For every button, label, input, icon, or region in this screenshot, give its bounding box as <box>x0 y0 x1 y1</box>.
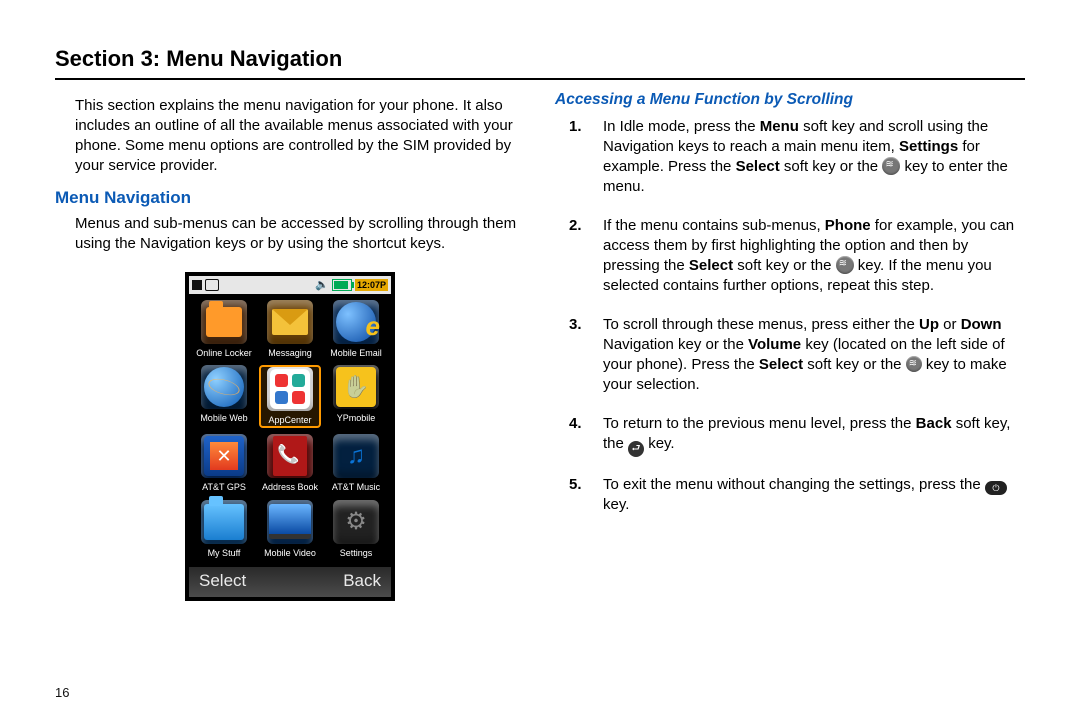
app-label: AppCenter <box>268 414 311 426</box>
step-1: In Idle mode, press the Menu soft key an… <box>593 117 1025 198</box>
phone-statusbar: 🔈 12:07P <box>189 276 391 294</box>
app-label: Mobile Web <box>200 412 247 424</box>
intro-paragraph: This section explains the menu navigatio… <box>75 96 525 177</box>
step-bold: Menu <box>760 118 799 135</box>
app-label: Messaging <box>268 347 312 359</box>
step-bold: Select <box>759 356 803 373</box>
step-3: To scroll through these menus, press eit… <box>593 315 1025 396</box>
app-label: AT&T Music <box>332 481 380 493</box>
steps-list: In Idle mode, press the Menu soft key an… <box>555 117 1025 516</box>
step-text: soft key or the <box>733 257 836 274</box>
page-number: 16 <box>55 684 69 702</box>
step-bold: Back <box>916 415 952 432</box>
step-bold: Select <box>736 158 780 175</box>
step-5: To exit the menu without changing the se… <box>593 475 1025 516</box>
subheading-paragraph: Menus and sub-menus can be accessed by s… <box>75 214 525 255</box>
sim-icon <box>205 279 219 291</box>
app-label: Settings <box>340 547 373 559</box>
section-rule <box>55 78 1025 80</box>
app-messaging[interactable]: Messaging <box>259 300 321 359</box>
app-settings[interactable]: ⚙ Settings <box>325 500 387 559</box>
ok-key-icon <box>882 157 900 175</box>
battery-icon <box>332 279 352 291</box>
step-bold: Down <box>961 316 1002 333</box>
step-text: soft key or the <box>803 356 906 373</box>
app-address-book[interactable]: Address Book <box>259 434 321 493</box>
step-text: To scroll through these menus, press eit… <box>603 316 919 333</box>
step-text: If the menu contains sub-menus, <box>603 217 825 234</box>
step-bold: Phone <box>825 217 871 234</box>
app-label: Address Book <box>262 481 318 493</box>
step-bold: Select <box>689 257 733 274</box>
phone-app-grid: Online Locker Messaging Mobile Email Mob… <box>189 294 391 567</box>
ok-key-icon <box>906 356 922 372</box>
app-att-music[interactable]: ♫ AT&T Music <box>325 434 387 493</box>
step-text: To exit the menu without changing the se… <box>603 476 985 493</box>
phone-screenshot: 🔈 12:07P Online Locker Messaging <box>185 272 395 601</box>
softkey-back[interactable]: Back <box>343 570 381 593</box>
app-mobile-video[interactable]: Mobile Video <box>259 500 321 559</box>
volume-icon: 🔈 <box>315 278 329 293</box>
app-mobile-web[interactable]: Mobile Web <box>193 365 255 428</box>
app-label: AT&T GPS <box>202 481 246 493</box>
section-title: Section 3: Menu Navigation <box>55 44 1025 74</box>
step-2: If the menu contains sub-menus, Phone fo… <box>593 216 1025 297</box>
subheading-accessing: Accessing a Menu Function by Scrolling <box>555 90 1025 111</box>
step-text: or <box>939 316 961 333</box>
step-4: To return to the previous menu level, pr… <box>593 414 1025 457</box>
app-label: YPmobile <box>337 412 376 424</box>
step-bold: Settings <box>899 138 958 155</box>
app-appcenter[interactable]: AppCenter <box>259 365 321 428</box>
app-online-locker[interactable]: Online Locker <box>193 300 255 359</box>
back-key-icon: ⮐ <box>628 441 644 457</box>
right-column: Accessing a Menu Function by Scrolling I… <box>555 90 1025 601</box>
ok-key-icon <box>836 256 854 274</box>
step-text: Navigation key or the <box>603 336 748 353</box>
app-label: Mobile Email <box>330 347 382 359</box>
app-label: My Stuff <box>208 547 241 559</box>
app-mobile-email[interactable]: Mobile Email <box>325 300 387 359</box>
step-bold: Up <box>919 316 939 333</box>
step-text: soft key or the <box>780 158 883 175</box>
app-my-stuff[interactable]: My Stuff <box>193 500 255 559</box>
subheading-menu-navigation: Menu Navigation <box>55 187 525 210</box>
step-bold: Volume <box>748 336 801 353</box>
app-label: Mobile Video <box>264 547 316 559</box>
app-label: Online Locker <box>196 347 252 359</box>
clock: 12:07P <box>355 279 388 291</box>
step-text: In Idle mode, press the <box>603 118 760 135</box>
end-key-icon: ⏻ <box>985 481 1007 495</box>
step-text: To return to the previous menu level, pr… <box>603 415 916 432</box>
signal-icon <box>192 280 202 290</box>
app-ypmobile[interactable]: YPmobile <box>325 365 387 428</box>
left-column: This section explains the menu navigatio… <box>55 90 525 601</box>
app-att-gps[interactable]: AT&T GPS <box>193 434 255 493</box>
step-text: key. <box>644 435 675 452</box>
softkey-select[interactable]: Select <box>199 570 246 593</box>
step-text: key. <box>603 496 629 513</box>
phone-softkeys: Select Back <box>189 567 391 597</box>
